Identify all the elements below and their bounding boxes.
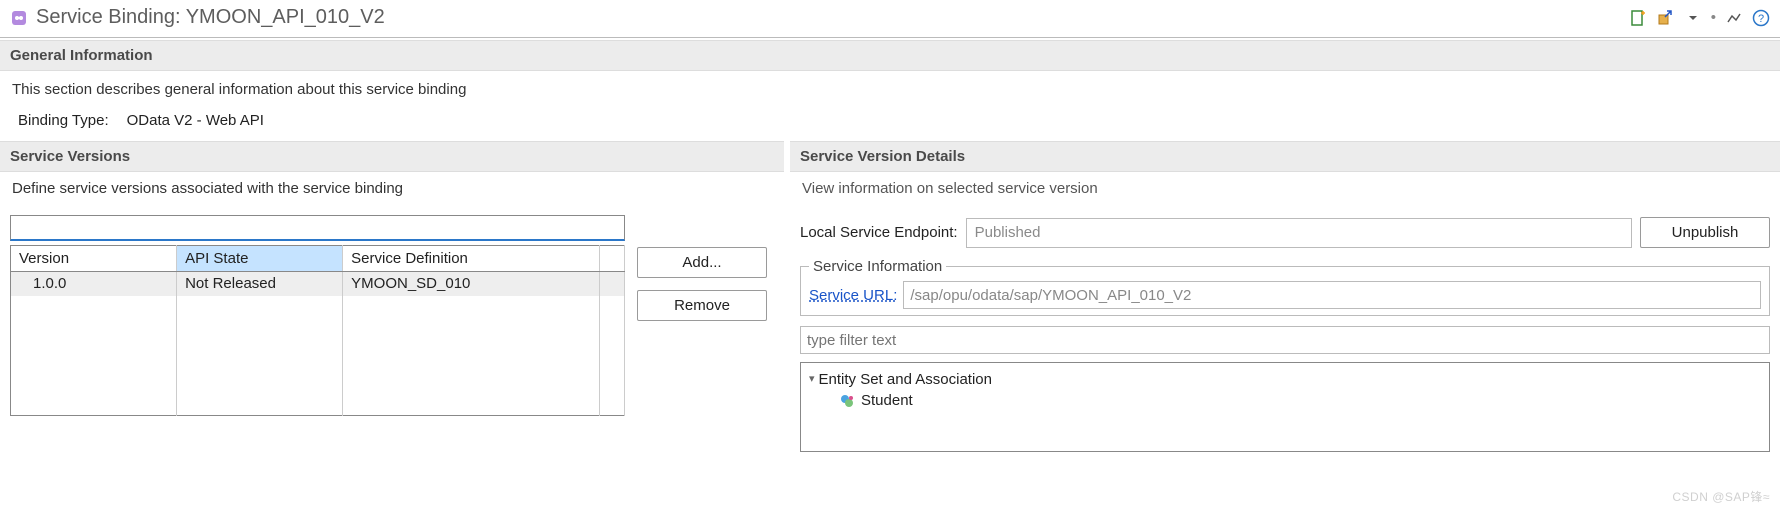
binding-type-label: Binding Type: (18, 112, 109, 129)
table-header-row: Version API State Service Definition (11, 246, 625, 272)
header-toolbar: • ? (1629, 9, 1770, 27)
page-title: Service Binding: YMOON_API_010_V2 (36, 6, 385, 29)
tree-root-label: Entity Set and Association (819, 371, 992, 388)
separator: • (1711, 9, 1716, 26)
table-row[interactable] (11, 368, 625, 392)
tree-child-node[interactable]: Student (809, 390, 1761, 411)
cell-service-definition: YMOON_SD_010 (343, 272, 600, 296)
general-body: This section describes general informati… (0, 71, 1780, 139)
link-with-editor-icon[interactable] (1657, 9, 1675, 27)
entity-icon (839, 393, 855, 409)
dropdown-arrow-icon[interactable] (1685, 10, 1701, 26)
entity-tree[interactable]: ▾ Entity Set and Association Student (800, 362, 1770, 452)
col-spacer (599, 246, 624, 272)
cell-version: 1.0.0 (11, 272, 177, 296)
col-service-definition[interactable]: Service Definition (343, 246, 600, 272)
versions-filter-input[interactable] (10, 215, 625, 241)
cell-api-state: Not Released (177, 272, 343, 296)
table-row[interactable] (11, 392, 625, 416)
header-left: Service Binding: YMOON_API_010_V2 (10, 6, 385, 29)
table-row[interactable] (11, 344, 625, 368)
section-service-version-details[interactable]: Service Version Details (790, 141, 1780, 172)
remove-button[interactable]: Remove (637, 290, 767, 321)
versions-description: Define service versions associated with … (0, 176, 784, 201)
service-information-group: Service Information Service URL: (800, 258, 1770, 316)
editor-header: Service Binding: YMOON_API_010_V2 • ? (0, 0, 1780, 38)
cell-spacer (599, 272, 624, 296)
more-actions-icon[interactable] (1726, 10, 1742, 26)
endpoint-status-input (966, 218, 1632, 248)
service-url-link[interactable]: Service URL: (809, 287, 897, 304)
add-button[interactable]: Add... (637, 247, 767, 278)
section-service-versions[interactable]: Service Versions (0, 141, 784, 172)
tree-root-node[interactable]: ▾ Entity Set and Association (809, 369, 1761, 390)
service-information-legend: Service Information (809, 258, 946, 275)
col-api-state[interactable]: API State (177, 246, 343, 272)
details-description: View information on selected service ver… (790, 176, 1780, 201)
binding-type-value: OData V2 - Web API (127, 112, 264, 129)
watermark: CSDN @SAP锋≈ (1672, 488, 1770, 505)
general-description: This section describes general informati… (12, 81, 1768, 98)
section-general-information[interactable]: General Information (0, 40, 1780, 71)
table-row[interactable] (11, 296, 625, 320)
expand-icon[interactable]: ▾ (809, 372, 815, 385)
unpublish-button[interactable]: Unpublish (1640, 217, 1770, 248)
col-version[interactable]: Version (11, 246, 177, 272)
entity-filter-input[interactable] (800, 326, 1770, 354)
binding-type-row: Binding Type: OData V2 - Web API (12, 108, 1768, 133)
endpoint-label: Local Service Endpoint: (800, 224, 958, 241)
new-object-icon[interactable] (1629, 9, 1647, 27)
help-icon[interactable]: ? (1752, 9, 1770, 27)
service-binding-icon (10, 9, 28, 27)
svg-text:?: ? (1758, 13, 1764, 25)
table-row[interactable] (11, 320, 625, 344)
versions-table[interactable]: Version API State Service Definition 1.0… (10, 245, 625, 416)
service-url-input[interactable] (903, 281, 1761, 309)
table-row[interactable]: 1.0.0 Not Released YMOON_SD_010 (11, 272, 625, 296)
entity-label: Student (861, 392, 913, 409)
